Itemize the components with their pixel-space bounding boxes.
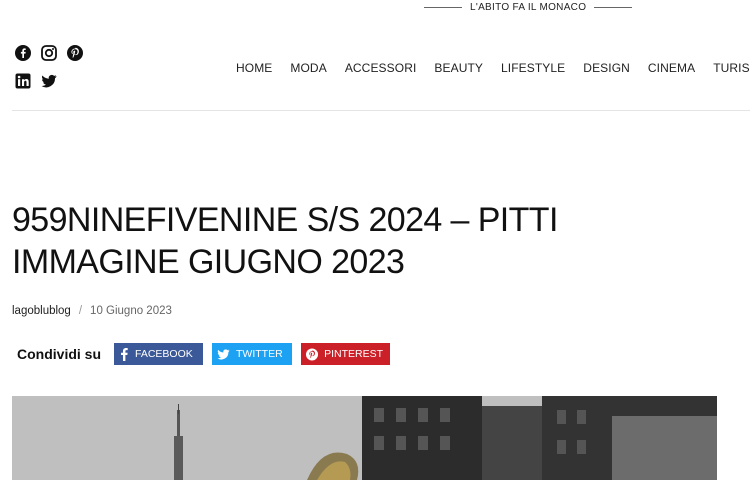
tagline-text: L'ABITO FA IL MONACO (470, 1, 587, 13)
hero-photo (12, 396, 717, 480)
header-divider (12, 110, 750, 111)
share-facebook-label: FACEBOOK (135, 348, 193, 360)
nav-item-turismo[interactable]: TURISMO (713, 61, 750, 75)
tagline-line-right (594, 6, 633, 8)
article-author[interactable]: lagoblublog (12, 305, 71, 317)
twitter-bird-icon (217, 348, 230, 360)
social-links (14, 44, 83, 100)
facebook-f-icon (121, 347, 128, 361)
share-pinterest-button[interactable]: PINTEREST (301, 343, 390, 365)
main-navigation: HOME MODA ACCESSORI BEAUTY LIFESTYLE DES… (236, 61, 750, 75)
pinterest-p-icon (306, 347, 319, 361)
share-label: Condividi su (17, 346, 101, 362)
nav-item-accessori[interactable]: ACCESSORI (345, 61, 417, 75)
nav-item-beauty[interactable]: BEAUTY (434, 61, 483, 75)
article-title: 959NINEFIVENINE S/S 2024 – PITTI IMMAGIN… (12, 201, 558, 281)
tagline-line-left (424, 6, 462, 8)
nav-item-lifestyle[interactable]: LIFESTYLE (501, 61, 565, 75)
facebook-icon[interactable] (14, 45, 31, 62)
article-hero-image (12, 396, 717, 480)
instagram-icon[interactable] (40, 45, 57, 62)
share-facebook-button[interactable]: FACEBOOK (114, 343, 203, 365)
nav-item-moda[interactable]: MODA (290, 61, 326, 75)
share-bar: Condividi su FACEBOOK TWITTER PINTEREST (17, 343, 399, 365)
linkedin-icon[interactable] (14, 73, 31, 90)
article-meta: lagoblublog / 10 Giugno 2023 (12, 305, 172, 317)
nav-item-home[interactable]: HOME (236, 61, 272, 75)
twitter-icon[interactable] (40, 73, 57, 90)
pinterest-icon[interactable] (66, 45, 83, 62)
article-date: 10 Giugno 2023 (90, 305, 172, 317)
meta-separator: / (78, 305, 83, 317)
share-twitter-button[interactable]: TWITTER (212, 343, 292, 365)
share-twitter-label: TWITTER (236, 348, 283, 360)
nav-item-design[interactable]: DESIGN (583, 61, 630, 75)
nav-item-cinema[interactable]: CINEMA (648, 61, 695, 75)
share-pinterest-label: PINTEREST (324, 348, 383, 360)
site-tagline: L'ABITO FA IL MONACO (424, 0, 633, 14)
